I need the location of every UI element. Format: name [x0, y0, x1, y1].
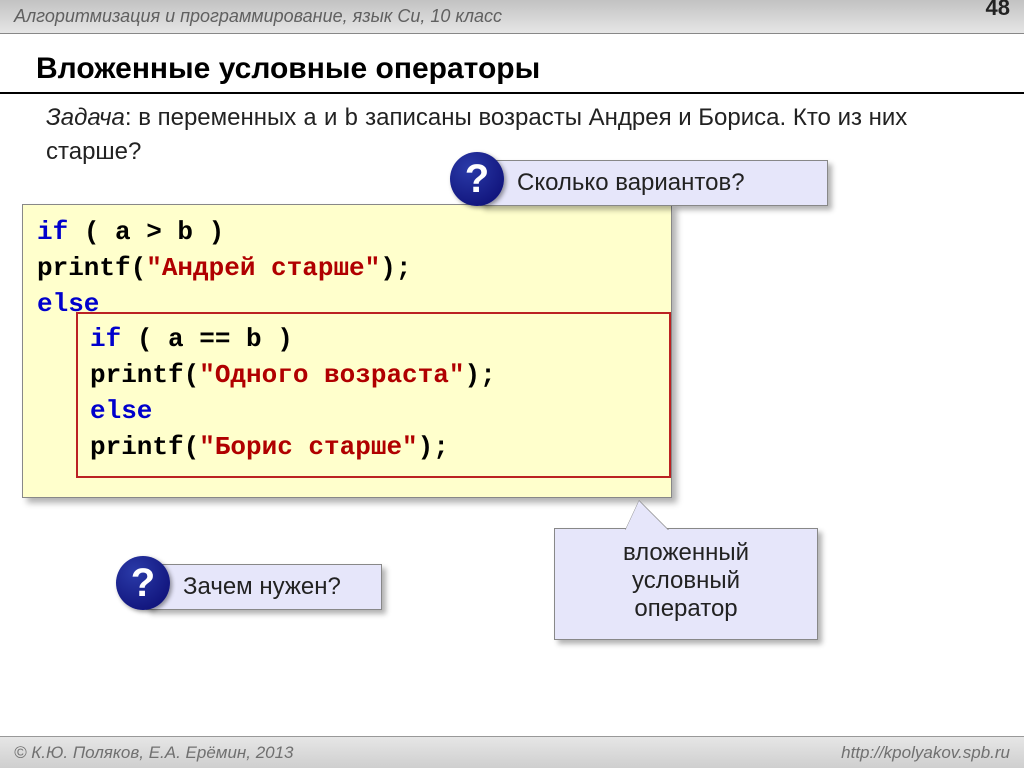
- question-box-why: Зачем нужен?: [146, 564, 382, 610]
- question-mark-icon: ?: [450, 152, 504, 206]
- question-box-variants: Сколько вариантов?: [480, 160, 828, 206]
- header-bar: Алгоритмизация и программирование, язык …: [0, 0, 1024, 34]
- course-title: Алгоритмизация и программирование, язык …: [14, 6, 502, 27]
- slide-title: Вложенные условные операторы: [0, 34, 1024, 94]
- task-label: Задача: [46, 104, 125, 131]
- footer-copyright: © К.Ю. Поляков, Е.А. Ерёмин, 2013: [14, 743, 294, 763]
- callout-nested-operator: вложенный условный оператор: [554, 528, 818, 640]
- var-a: a: [303, 106, 317, 133]
- question-mark-icon: ?: [116, 556, 170, 610]
- task-text: Задача: в переменных a и b записаны возр…: [0, 102, 1024, 169]
- page-number: 48: [986, 0, 1010, 21]
- var-b: b: [344, 106, 358, 133]
- footer-bar: © К.Ю. Поляков, Е.А. Ерёмин, 2013 http:/…: [0, 736, 1024, 768]
- code-block-inner: if ( a == b ) printf("Одного возраста");…: [76, 312, 671, 478]
- footer-url: http://kpolyakov.spb.ru: [841, 743, 1010, 763]
